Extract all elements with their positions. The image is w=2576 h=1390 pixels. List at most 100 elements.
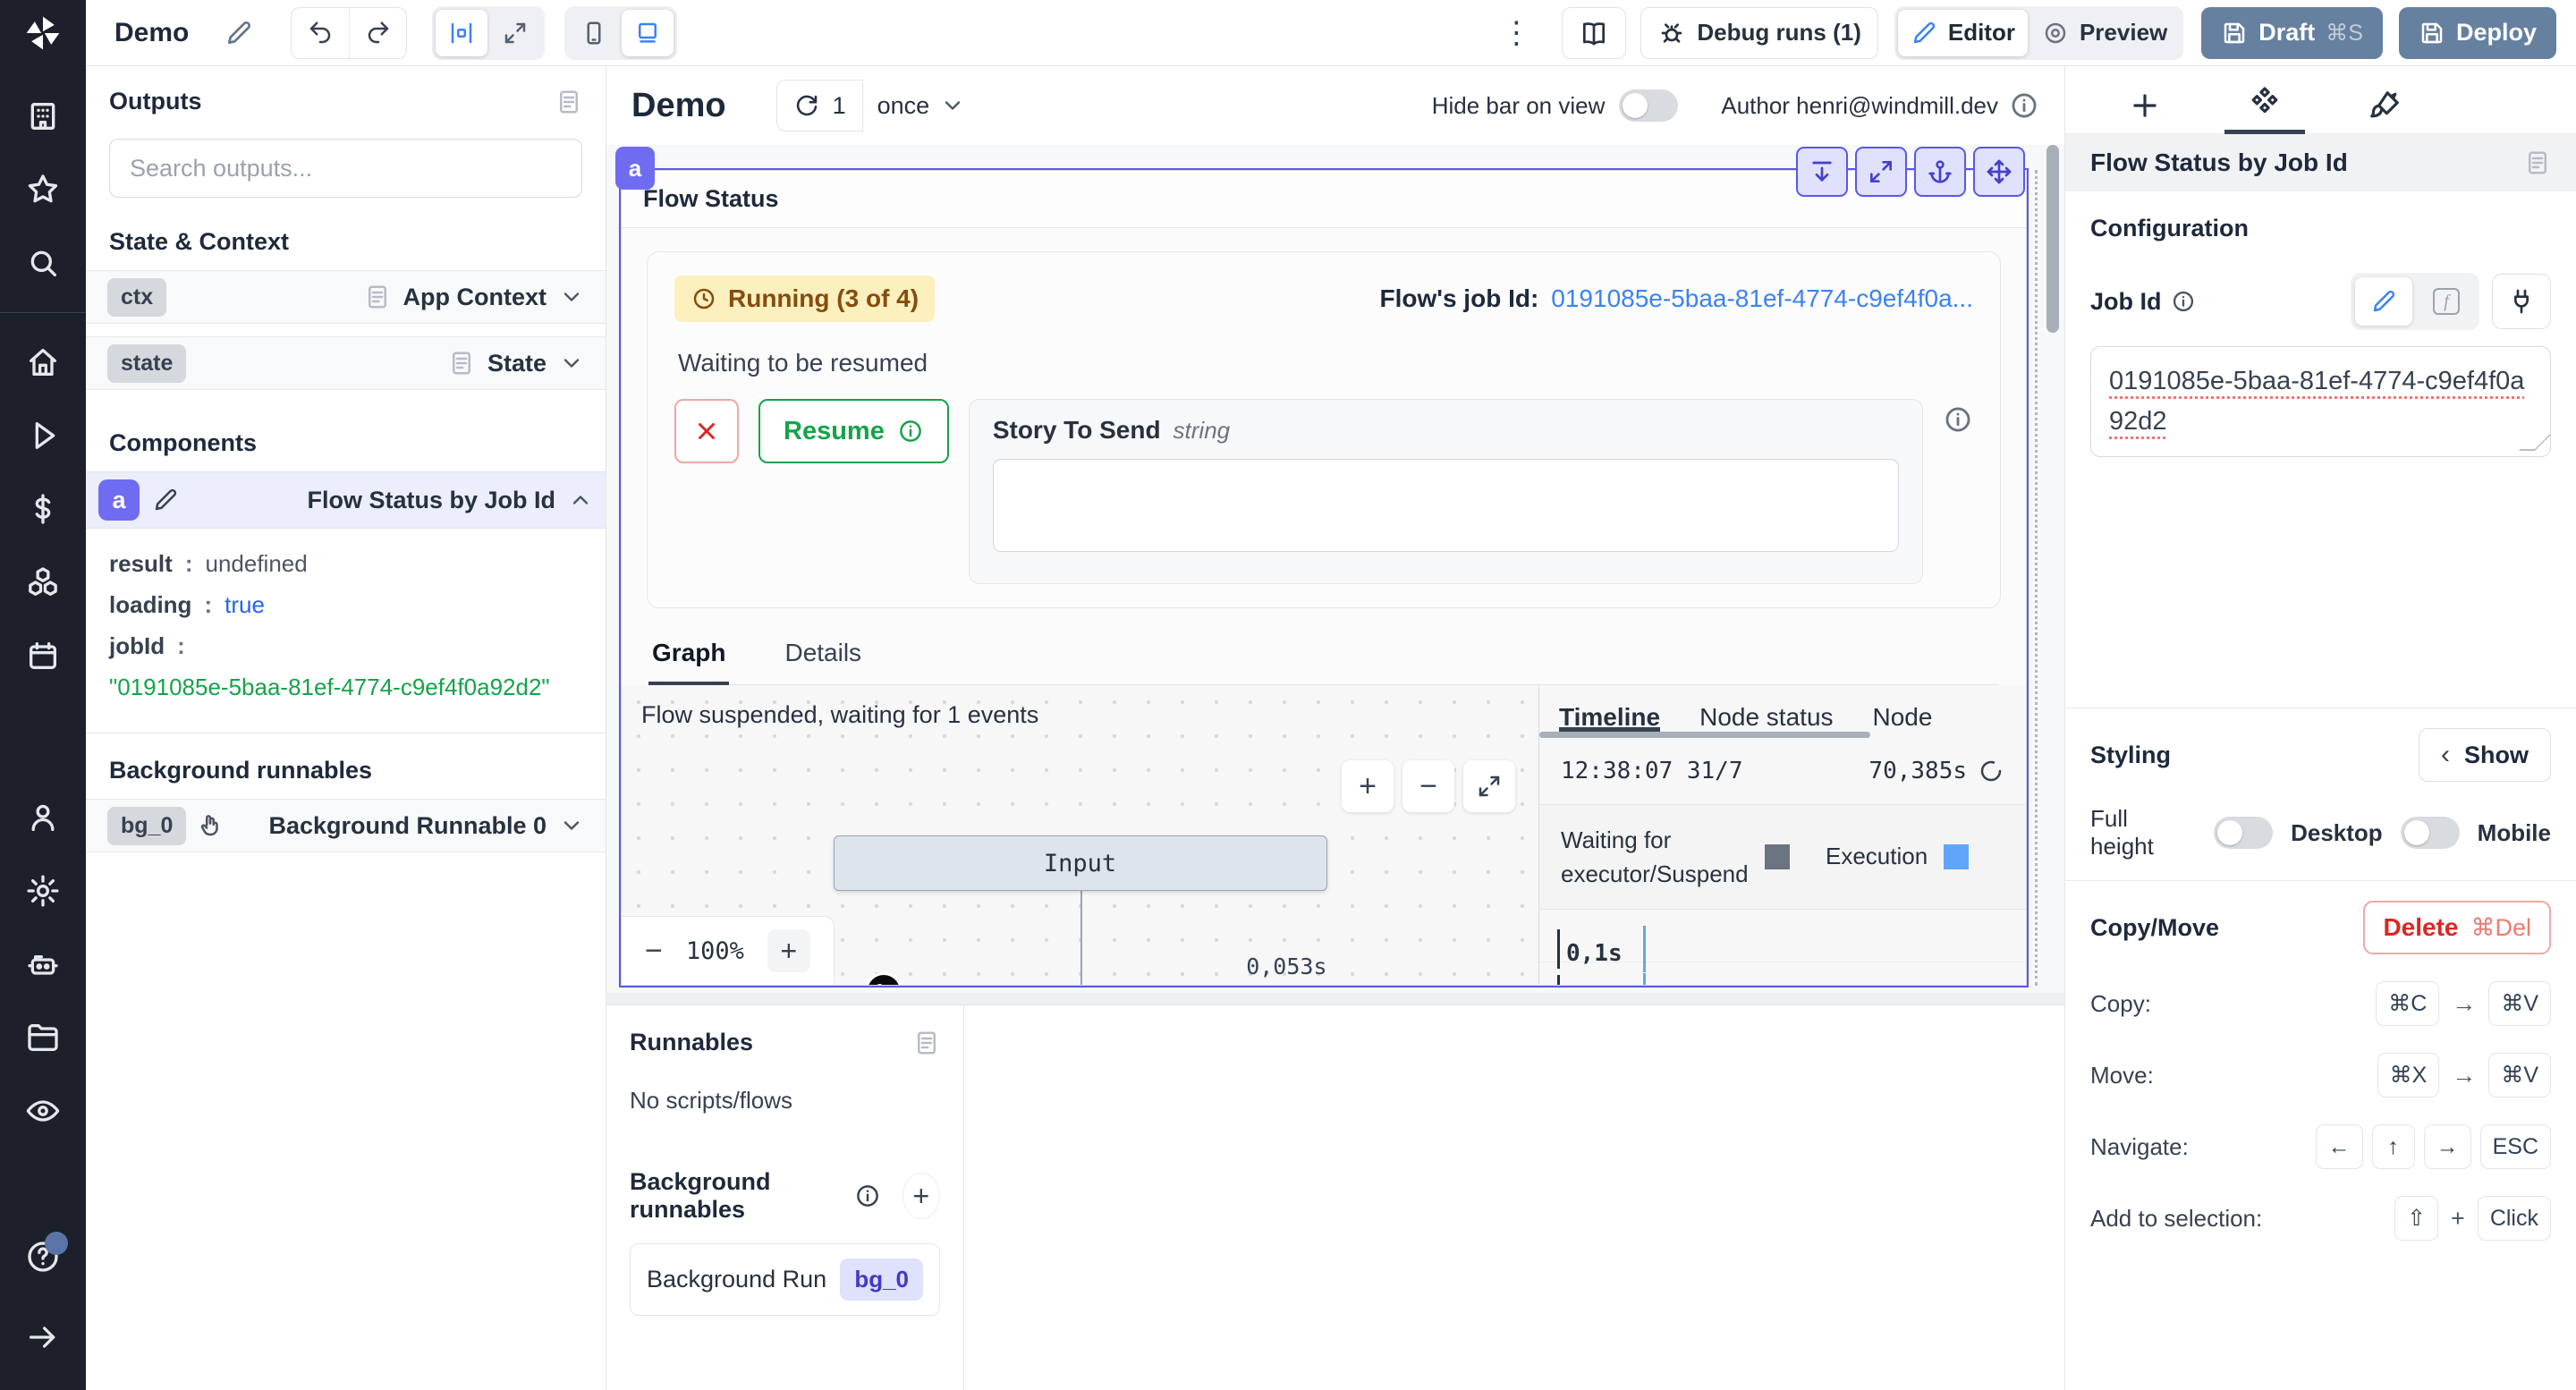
configuration-title: Configuration — [2090, 215, 2551, 242]
component-a-row[interactable]: a Flow Status by Job Id — [86, 471, 606, 529]
anchor-icon — [1926, 157, 1954, 186]
docs-button[interactable] — [1562, 7, 1626, 59]
users-icon[interactable] — [25, 800, 61, 835]
more-menu-button[interactable]: ⋮ — [1492, 18, 1540, 48]
move-to-bottom-button[interactable] — [1796, 147, 1848, 197]
phone-icon — [580, 20, 607, 47]
bg0-row[interactable]: bg_0 Background Runnable 0 — [86, 799, 606, 852]
prop-loading[interactable]: loading:true — [109, 584, 582, 625]
job-id-input[interactable]: 0191085e-5baa-81ef-4774-c9ef4f0a92d2 — [2090, 346, 2551, 457]
settings-gear-icon[interactable] — [25, 873, 61, 909]
draft-button[interactable]: Draft ⌘S — [2201, 7, 2383, 59]
canvas-horizontal-scrollbar[interactable] — [606, 993, 2064, 1005]
folders-icon[interactable] — [25, 1020, 61, 1055]
tab-insert-component[interactable] — [2105, 89, 2185, 133]
add-background-runnable-button[interactable]: + — [902, 1173, 940, 1219]
component-edit-pencil-icon[interactable] — [152, 487, 179, 513]
workers-robot-icon[interactable] — [25, 946, 61, 982]
info-icon[interactable] — [854, 1182, 881, 1209]
bug-icon — [1657, 19, 1686, 47]
outputs-doc-icon[interactable] — [555, 89, 582, 115]
state-badge: state — [107, 344, 186, 383]
search-outputs-input[interactable] — [128, 154, 564, 183]
app-canvas[interactable]: a Flow Status Running (3 of — [606, 145, 2064, 993]
device-preview-toggle — [564, 6, 677, 60]
undo-button[interactable] — [292, 8, 349, 58]
outputs-panel: Outputs State & Context ctx App Context … — [86, 66, 606, 1390]
settings-tabs — [2065, 66, 2576, 134]
editor-preview-toggle: Editor Preview — [1894, 6, 2183, 60]
preview-tab[interactable]: Preview — [2029, 10, 2180, 56]
schedules-calendar-icon[interactable] — [25, 638, 61, 674]
variables-dollar-icon[interactable] — [25, 491, 61, 527]
desktop-mobile-toggle[interactable] — [2401, 817, 2460, 849]
tab-component-settings[interactable] — [2224, 85, 2305, 134]
connect-input-button[interactable] — [2492, 274, 2551, 329]
home-icon[interactable] — [25, 344, 61, 380]
refresh-count-button[interactable]: 1 — [776, 80, 863, 131]
job-id-label: Job Id — [2090, 288, 2162, 316]
components-title: Components — [86, 390, 606, 471]
refresh-icon — [793, 92, 820, 119]
selected-component-tag[interactable]: a — [615, 147, 655, 190]
info-icon[interactable] — [2171, 289, 2196, 314]
favorites-star-icon[interactable] — [25, 172, 61, 208]
hide-bar-toggle[interactable] — [1619, 89, 1678, 122]
resources-cubes-icon[interactable] — [25, 564, 61, 600]
canvas-layout-toggle — [432, 6, 545, 60]
rename-pencil-icon[interactable] — [225, 19, 253, 47]
state-row[interactable]: state State — [86, 336, 606, 390]
audit-eye-icon[interactable] — [25, 1093, 61, 1129]
prop-result[interactable]: result:undefined — [109, 543, 582, 584]
workspace-icon[interactable] — [25, 98, 61, 134]
canvas-column: Demo 1 once Hide bar on view Author henr… — [606, 66, 2064, 1390]
prop-jobid-value[interactable]: "0191085e-5baa-81ef-4774-c9ef4f0a92d2" — [109, 666, 582, 708]
full-height-toggle[interactable] — [2214, 817, 2273, 849]
rail-divider — [0, 312, 86, 313]
debug-runs-label: Debug runs (1) — [1697, 19, 1860, 47]
canvas-vertical-scrollbar[interactable] — [2046, 145, 2059, 333]
runnables-doc-icon[interactable] — [913, 1030, 940, 1056]
selection-outline — [619, 168, 2029, 987]
mobile-view-button[interactable] — [568, 10, 620, 56]
centered-layout-button[interactable] — [436, 10, 487, 56]
ctx-type-label: App Context — [403, 284, 547, 311]
settings-doc-icon[interactable] — [2524, 149, 2551, 176]
schedule-mode-dropdown[interactable]: once — [863, 80, 980, 131]
tab-global-styling[interactable] — [2344, 89, 2425, 133]
outputs-search[interactable] — [109, 139, 582, 198]
anchor-component-button[interactable] — [1914, 147, 1966, 197]
prop-jobid[interactable]: jobId: — [109, 625, 582, 666]
full-width-button[interactable] — [489, 10, 541, 56]
expand-sidebar-arrow-icon[interactable] — [25, 1319, 61, 1355]
runnables-title: Runnables — [630, 1029, 753, 1056]
search-icon[interactable] — [25, 245, 61, 281]
debug-runs-button[interactable]: Debug runs (1) — [1640, 7, 1877, 59]
undo-icon — [307, 20, 334, 47]
expand-component-button[interactable] — [1855, 147, 1907, 197]
hand-pointer-icon — [197, 812, 224, 839]
windmill-logo-icon — [23, 13, 63, 53]
show-styling-button[interactable]: ‹ Show — [2419, 728, 2551, 782]
help-button[interactable] — [25, 1239, 61, 1284]
resize-handle-icon[interactable] — [2519, 435, 2551, 451]
deploy-button[interactable]: Deploy — [2399, 7, 2556, 59]
save-icon — [2221, 20, 2248, 47]
desktop-view-button[interactable] — [622, 10, 674, 56]
windmill-logo[interactable] — [0, 0, 86, 66]
runs-play-icon[interactable] — [25, 418, 61, 453]
static-input-mode-button[interactable] — [2355, 277, 2412, 326]
component-handles — [1796, 147, 2025, 197]
info-icon[interactable] — [2009, 90, 2039, 121]
redo-button[interactable] — [349, 8, 406, 58]
ctx-row[interactable]: ctx App Context — [86, 270, 606, 324]
editor-tab[interactable]: Editor — [1898, 10, 2028, 56]
copy-move-title: Copy/Move — [2090, 914, 2219, 942]
delete-component-button[interactable]: Delete ⌘Del — [2363, 901, 2551, 954]
drag-move-handle[interactable] — [1973, 147, 2025, 197]
undo-redo-group — [291, 7, 407, 59]
notification-dot — [45, 1232, 68, 1255]
background-runnable-item[interactable]: Background Runna... bg_0 — [630, 1243, 940, 1316]
paintbrush-icon — [2368, 89, 2402, 123]
template-input-mode-button[interactable]: f — [2418, 277, 2475, 326]
